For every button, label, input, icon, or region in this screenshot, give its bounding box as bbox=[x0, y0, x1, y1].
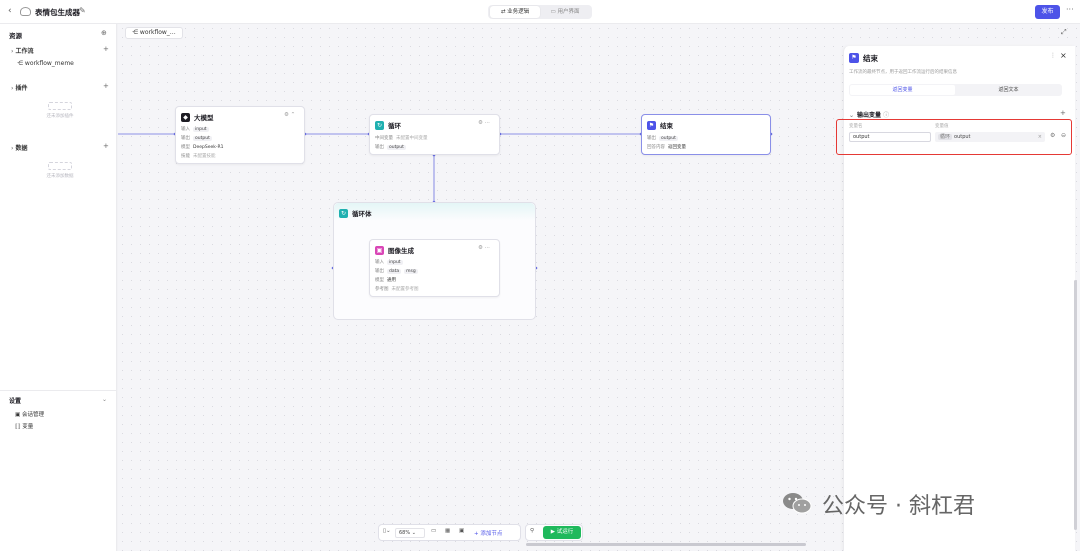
zoom-select[interactable]: 68% ⌄ bbox=[395, 528, 425, 538]
sidebar-item-sessions[interactable]: ▣ 会话管理 bbox=[15, 410, 44, 418]
top-bar: ‹ 表情包生成器 ✎ ⇄ 业务逻辑 ▭ 用户界面 发布 ··· bbox=[0, 0, 1080, 24]
image-gen-icon: ▣ bbox=[375, 245, 384, 255]
session-icon: ▣ bbox=[15, 412, 21, 418]
sidebar-add-icon[interactable]: ⊕ bbox=[101, 29, 107, 37]
variable-icon: ⟦⟧ bbox=[15, 424, 21, 430]
node-row: 参考图 未配置参考图 bbox=[375, 287, 419, 292]
node-row: 模型 DeepSeek-R1 bbox=[181, 145, 224, 150]
node-llm[interactable]: ◆ 大模型 ⚙ ⌃ 输入 input 输出 output 模型 DeepSeek-R1 … bbox=[175, 106, 305, 164]
output-variables-section[interactable]: ⌄ 输出变量 ⓘ bbox=[849, 110, 889, 119]
add-data-icon[interactable]: + bbox=[103, 142, 109, 150]
watermark-text: 公众号 · 斜杠君 bbox=[822, 494, 975, 519]
panel-more-icon[interactable]: ⋮ bbox=[1050, 52, 1056, 59]
highlight-box bbox=[836, 119, 1072, 155]
resource-sidebar: 资源 ⊕ › 工作流 + ⋲ workflow_meme › 插件 + 还未添加插件… bbox=[0, 24, 117, 551]
end-icon: ⚑ bbox=[647, 120, 656, 130]
node-image-generation[interactable]: ▣ 图像生成 ⚙ ··· 输入 input 输出 data msg 模型 通用 参考图 未配… bbox=[369, 239, 500, 297]
add-workflow-icon[interactable]: + bbox=[103, 45, 109, 53]
mouse-mode-icon[interactable]: ▯⌄ bbox=[383, 528, 391, 534]
node-end[interactable]: ⚑ 结束 输出 output 回答内容 返回变量 bbox=[641, 114, 771, 155]
view-switcher: ⇄ 业务逻辑 ▭ 用户界面 bbox=[488, 5, 592, 19]
close-icon[interactable]: × bbox=[1060, 51, 1067, 60]
more-icon[interactable]: ··· bbox=[1066, 5, 1074, 14]
test-run-button[interactable]: ▶ 试运行 bbox=[543, 526, 581, 539]
wechat-logo-icon bbox=[783, 493, 812, 514]
app-title: 表情包生成器 bbox=[35, 8, 80, 17]
node-actions[interactable]: ⚙ ··· bbox=[478, 245, 490, 251]
chevron-down-icon[interactable]: ⌄ bbox=[102, 396, 107, 403]
sidebar-item-variables[interactable]: ⟦⟧ 变量 bbox=[15, 422, 33, 430]
plugin-empty-state: 还未添加插件 bbox=[40, 102, 80, 119]
return-mode-tabs: 返回变量 返回文本 bbox=[849, 84, 1062, 96]
sidebar-item-workflow-meme[interactable]: ⋲ workflow_meme bbox=[17, 60, 74, 67]
section-data[interactable]: › 数据 bbox=[11, 143, 28, 152]
node-row: 中间变量 未配置中间变量 bbox=[375, 136, 428, 141]
horizontal-scrollbar[interactable] bbox=[526, 543, 806, 546]
llm-icon: ◆ bbox=[181, 112, 190, 122]
add-plugin-icon[interactable]: + bbox=[103, 82, 109, 90]
add-node-button[interactable]: + 添加节点 bbox=[474, 529, 502, 537]
section-workflow[interactable]: › 工作流 bbox=[11, 46, 34, 55]
edit-icon[interactable]: ✎ bbox=[79, 6, 86, 15]
data-empty-state: 还未添加数据 bbox=[40, 162, 80, 179]
section-plugin[interactable]: › 插件 bbox=[11, 83, 28, 92]
node-row: 回答内容 返回变量 bbox=[647, 145, 686, 150]
node-row: 输出 output bbox=[647, 136, 678, 141]
layout-icon[interactable]: ▦ bbox=[445, 528, 450, 534]
loop-icon: ↻ bbox=[375, 120, 384, 130]
debug-icon[interactable]: ⚲ bbox=[530, 528, 534, 534]
panel-description: 工作流的最终节点，用于返回工作流运行后的结果信息 bbox=[849, 70, 957, 75]
publish-button[interactable]: 发布 bbox=[1035, 5, 1060, 19]
minimap-icon[interactable]: ▣ bbox=[459, 528, 464, 534]
back-icon[interactable]: ‹ bbox=[8, 6, 12, 16]
tab-return-text[interactable]: 返回文本 bbox=[956, 85, 1061, 95]
node-row: 输出 data msg bbox=[375, 269, 418, 274]
node-row: 输入 input bbox=[375, 260, 403, 265]
sidebar-title: 资源 bbox=[9, 32, 22, 40]
node-row: 输出 output bbox=[375, 145, 406, 150]
comment-icon[interactable]: ▭ bbox=[431, 528, 436, 534]
panel-title: 结束 bbox=[863, 54, 878, 63]
workflow-tab[interactable]: ⋲ workflow_… bbox=[125, 27, 183, 39]
vertical-scrollbar[interactable] bbox=[1074, 280, 1077, 530]
node-loop[interactable]: ↻ 循环 ⚙ ··· 中间变量 未配置中间变量 输出 output bbox=[369, 114, 500, 155]
tab-user-interface[interactable]: ▭ 用户界面 bbox=[540, 6, 590, 18]
loop-body-icon: ↻ bbox=[339, 208, 348, 218]
tab-return-variable[interactable]: 返回变量 bbox=[850, 85, 955, 95]
node-actions[interactable]: ⚙ ··· bbox=[478, 120, 490, 126]
add-variable-icon[interactable]: + bbox=[1060, 109, 1066, 117]
node-row: 技能 未配置技能 bbox=[181, 154, 216, 159]
workflow-icon: ⋲ bbox=[17, 60, 23, 67]
node-row: 输出 output bbox=[181, 136, 212, 141]
expand-icon[interactable]: ⤢ bbox=[1061, 28, 1067, 37]
sidebar-divider bbox=[0, 390, 117, 391]
end-node-icon: ⚑ bbox=[849, 53, 859, 63]
canvas-toolbar: ▯⌄ 68% ⌄ ▭ ▦ ▣ + 添加节点 bbox=[378, 524, 521, 541]
info-icon: ⓘ bbox=[883, 112, 890, 119]
node-actions[interactable]: ⚙ ⌃ bbox=[284, 112, 295, 118]
node-row: 输入 input bbox=[181, 127, 209, 132]
tab-business-logic[interactable]: ⇄ 业务逻辑 bbox=[490, 6, 540, 18]
settings-title: 设置 bbox=[9, 398, 22, 405]
app-logo-icon bbox=[20, 7, 31, 16]
node-row: 模型 通用 bbox=[375, 278, 396, 283]
